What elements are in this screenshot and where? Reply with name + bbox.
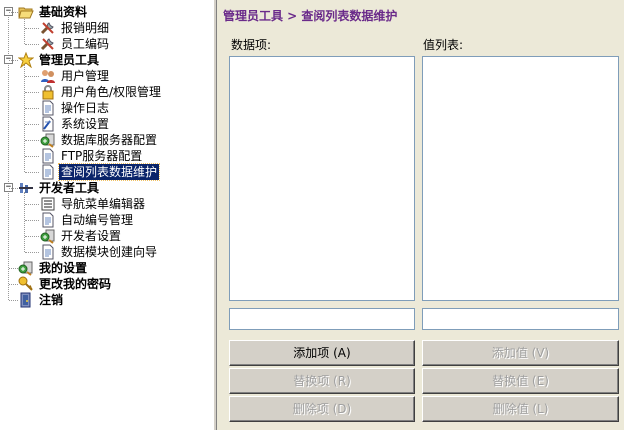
navigation-tree[interactable]: − − − 基础资料 报销明细 员工编码 管理员工具 用户管理 用户角色/权限管理 操作日志… <box>0 0 213 430</box>
tree-item-label: FTP服务器配置 <box>61 149 143 163</box>
tree-connector-line <box>9 268 18 269</box>
tree-item[interactable]: 导航菜单编辑器 <box>40 196 147 212</box>
tree-item[interactable]: FTP服务器配置 <box>40 148 144 164</box>
tree-item-label: 我的设置 <box>39 261 88 275</box>
tree-connector-line <box>9 188 18 189</box>
value-input[interactable] <box>422 308 619 330</box>
tree-connector-line <box>25 236 39 237</box>
breadcrumb: 管理员工具 > 查阅列表数据维护 <box>223 9 398 23</box>
tree-item-label: 查阅列表数据维护 <box>57 163 161 181</box>
tree-connector-line <box>25 172 39 173</box>
value-list[interactable] <box>422 56 619 301</box>
tree-item[interactable]: 用户管理 <box>40 68 111 84</box>
users-icon <box>40 68 56 84</box>
tree-item[interactable]: 数据模块创建向导 <box>40 244 159 260</box>
tree-item-label: 用户管理 <box>61 69 110 83</box>
tree-item[interactable]: 操作日志 <box>40 100 111 116</box>
tree-item-label: 导航菜单编辑器 <box>61 197 146 211</box>
tree-connector-line <box>9 60 18 61</box>
db-server-icon <box>40 132 56 148</box>
tree-item[interactable]: 管理员工具 <box>17 51 101 69</box>
delete-item-button[interactable]: 删除项 (D) <box>229 396 415 422</box>
tree-connector-line <box>25 124 39 125</box>
logout-door-icon <box>18 292 34 308</box>
document-icon <box>40 148 56 164</box>
tree-connector-line <box>25 252 39 253</box>
dev-tools-icon <box>18 180 34 196</box>
tree-item-label: 系统设置 <box>61 117 110 131</box>
tree-item[interactable]: 基础资料 <box>18 4 89 20</box>
list-icon <box>40 196 56 212</box>
tree-item[interactable]: 更改我的密码 <box>18 276 113 292</box>
tree-connector-line <box>25 92 39 93</box>
replace-value-button[interactable]: 替换值 (E) <box>422 368 619 394</box>
tree-item-label: 开发者工具 <box>39 181 100 195</box>
tree-connector-line <box>25 44 39 45</box>
data-items-list[interactable] <box>229 56 415 301</box>
tree-connector-line <box>9 284 18 285</box>
key-icon <box>18 276 34 292</box>
tree-item-label: 更改我的密码 <box>39 277 112 291</box>
tree-item[interactable]: 我的设置 <box>18 260 89 276</box>
add-value-button[interactable]: 添加值 (V) <box>422 340 619 366</box>
tree-item[interactable]: 用户角色/权限管理 <box>40 84 163 100</box>
tree-connector-line <box>25 76 39 77</box>
add-item-button[interactable]: 添加项 (A) <box>229 340 415 366</box>
tree-item[interactable]: 开发者设置 <box>40 228 123 244</box>
tree-connector-line <box>25 108 39 109</box>
tree-item-label: 自动编号管理 <box>61 213 134 227</box>
tree-item[interactable]: 报销明细 <box>40 20 111 36</box>
db-server-icon <box>18 260 34 276</box>
tree-connector-line <box>24 192 25 252</box>
lookup-list-maintenance-panel: 管理员工具 > 查阅列表数据维护 数据项: 值列表: 添加项 (A) 替换项 (… <box>217 0 624 430</box>
tree-connector-line <box>25 28 39 29</box>
tree-item[interactable]: 开发者工具 <box>18 180 101 196</box>
document-icon <box>40 212 56 228</box>
tree-item-label: 数据模块创建向导 <box>61 245 158 259</box>
lock-icon <box>40 84 56 100</box>
tree-connector-line <box>9 12 18 13</box>
tree-connector-line <box>9 300 18 301</box>
tools-icon <box>40 36 56 52</box>
tree-item[interactable]: 自动编号管理 <box>40 212 135 228</box>
tree-connector-line <box>25 140 39 141</box>
tree-item-label: 开发者设置 <box>61 229 122 243</box>
star-icon <box>17 51 35 69</box>
folder-open-icon <box>18 4 34 20</box>
tree-item-label: 管理员工具 <box>39 53 100 67</box>
value-list-label: 值列表: <box>423 38 464 52</box>
settings-doc-icon <box>40 116 56 132</box>
tree-item-label: 员工编码 <box>61 37 110 51</box>
document-icon <box>40 164 56 180</box>
tree-connector-line <box>25 220 39 221</box>
tree-item[interactable]: 员工编码 <box>40 36 111 52</box>
delete-value-button[interactable]: 删除值 (L) <box>422 396 619 422</box>
document-icon <box>40 100 56 116</box>
tree-item-label: 数据库服务器配置 <box>61 133 158 147</box>
tree-item[interactable]: 注销 <box>18 292 65 308</box>
db-server-icon <box>40 228 56 244</box>
tree-item-label: 用户角色/权限管理 <box>61 85 162 99</box>
tree-item[interactable]: 系统设置 <box>40 116 111 132</box>
tree-connector-line <box>25 204 39 205</box>
tree-connector-line <box>25 156 39 157</box>
tools-icon <box>40 20 56 36</box>
document-icon <box>40 244 56 260</box>
tree-item[interactable]: 查阅列表数据维护 <box>40 163 161 181</box>
tree-item[interactable]: 数据库服务器配置 <box>40 132 159 148</box>
data-item-input[interactable] <box>229 308 415 330</box>
tree-item-label: 注销 <box>39 293 64 307</box>
data-items-label: 数据项: <box>231 38 272 52</box>
tree-item-label: 基础资料 <box>39 5 88 19</box>
tree-item-label: 报销明细 <box>61 21 110 35</box>
tree-connector-line <box>24 16 25 44</box>
replace-item-button[interactable]: 替换项 (R) <box>229 368 415 394</box>
tree-item-label: 操作日志 <box>61 101 110 115</box>
